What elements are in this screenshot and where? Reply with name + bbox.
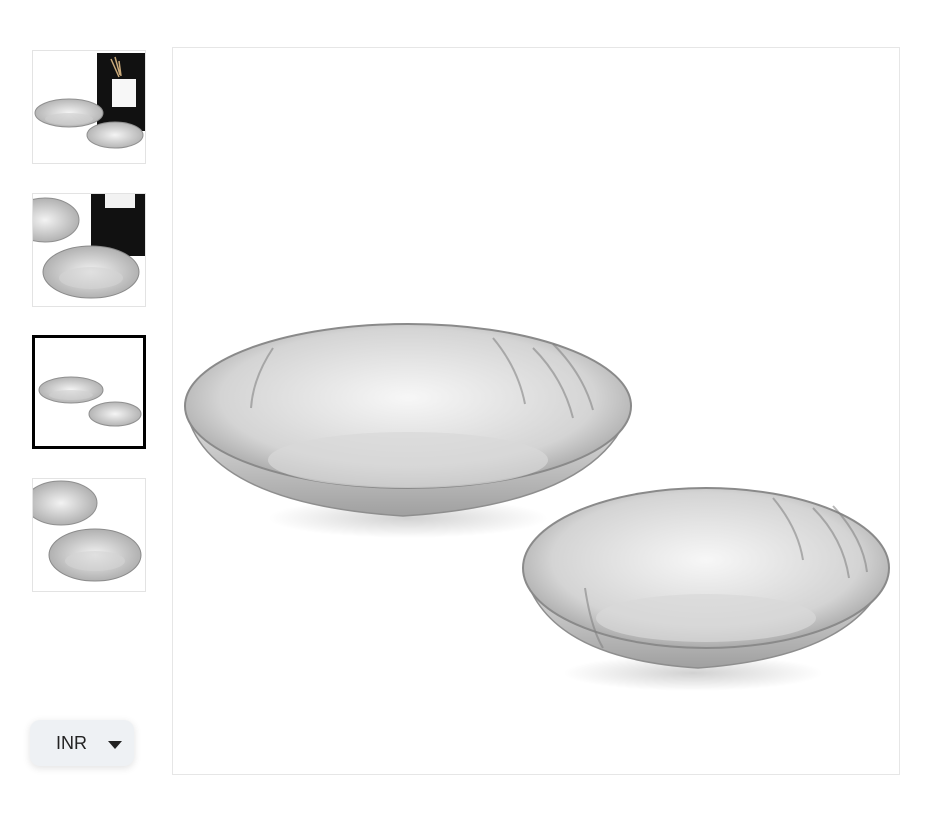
caret-down-icon — [108, 741, 122, 749]
currency-code: INR — [56, 733, 87, 753]
thumbnail-1[interactable] — [32, 50, 146, 164]
currency-selector[interactable]: INR — [30, 720, 134, 766]
two-silver-bowls-photo-icon — [173, 48, 899, 774]
thumbnail-4[interactable] — [32, 478, 146, 592]
thumbnail-2[interactable] — [32, 193, 146, 307]
bowl-closeup-with-box-photo-icon — [33, 194, 145, 306]
main-product-image[interactable] — [172, 47, 900, 775]
bowls-with-card-photo-icon — [33, 51, 145, 163]
bowls-closeup-photo-icon — [33, 479, 145, 591]
two-bowls-photo-icon — [35, 338, 143, 446]
thumbnail-3[interactable] — [32, 335, 146, 449]
